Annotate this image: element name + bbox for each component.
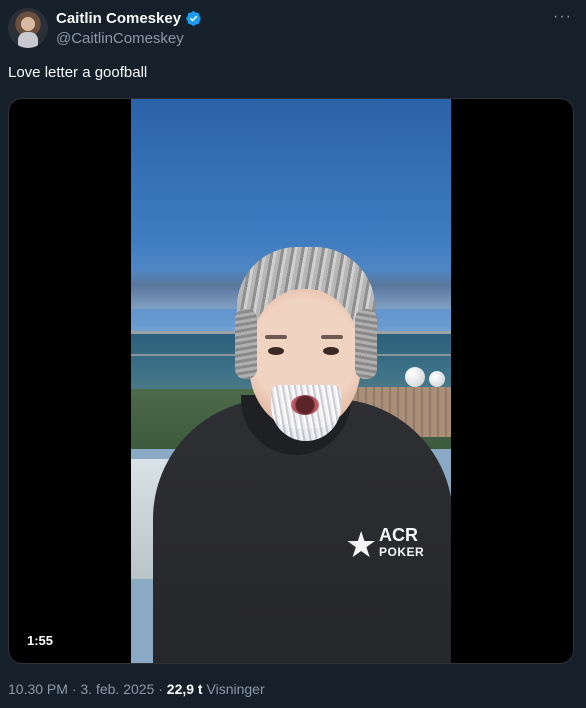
brand-logo: ★ ACR POKER	[345, 521, 429, 567]
avatar[interactable]	[8, 8, 48, 48]
meta-separator: ·	[71, 681, 77, 697]
handle[interactable]: @CaitlinComeskey	[56, 30, 184, 47]
decor-sphere	[405, 367, 425, 387]
mouth	[291, 395, 319, 415]
logo-text-bottom: POKER	[379, 545, 425, 559]
eyebrow	[265, 335, 287, 339]
tweet-header: Caitlin Comeskey @CaitlinComeskey ···	[8, 8, 578, 48]
eyebrow	[321, 335, 343, 339]
meta-separator: ·	[158, 681, 163, 697]
decor-sphere	[429, 371, 445, 387]
verified-badge-icon	[186, 11, 201, 26]
logo-text-top: ACR	[379, 525, 418, 545]
eye	[323, 347, 339, 355]
hair-side	[355, 309, 377, 379]
more-icon[interactable]: ···	[553, 8, 572, 26]
star-icon: ★	[345, 524, 378, 565]
tweet-date[interactable]: 3. feb. 2025	[80, 681, 154, 697]
tweet-time[interactable]: 10.30 PM	[8, 681, 68, 697]
name-row: Caitlin Comeskey	[56, 10, 202, 27]
video-frame[interactable]: ★ ACR POKER	[131, 99, 451, 663]
hair-side	[235, 309, 257, 379]
views-label: Visninger	[206, 681, 265, 697]
video-player[interactable]: ★ ACR POKER 1:55	[8, 98, 574, 664]
views-count[interactable]: 22,9 t	[167, 681, 203, 697]
video-duration-badge: 1:55	[21, 631, 60, 650]
tweet-text: Love letter a goofball	[8, 64, 148, 81]
eye	[268, 347, 284, 355]
display-name[interactable]: Caitlin Comeskey	[56, 10, 181, 27]
tweet-meta: 10.30 PM · 3. feb. 2025 · 22,9 t Visning…	[8, 681, 265, 697]
